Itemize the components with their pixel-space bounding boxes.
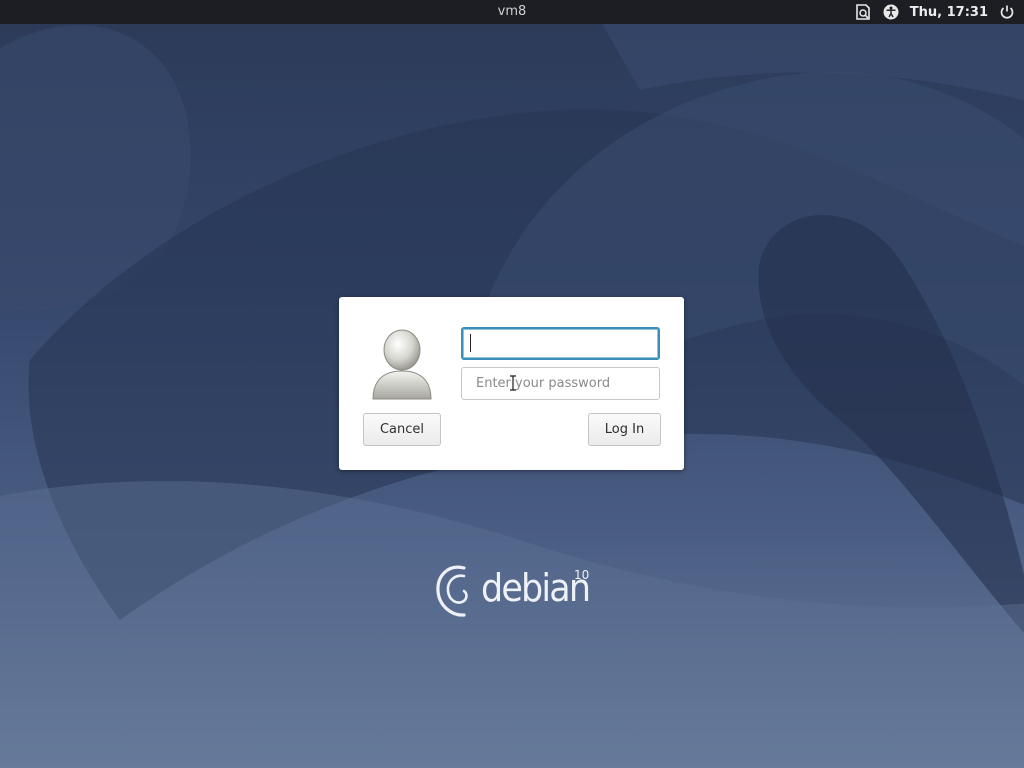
cancel-button[interactable]: Cancel [363,413,441,446]
network-icon[interactable] [854,3,872,21]
password-field[interactable] [461,367,660,400]
clock-label[interactable]: Thu, 17:31 [910,5,988,20]
login-button[interactable]: Log In [588,413,661,446]
username-field[interactable] [461,327,660,360]
login-screen: vm8 Thu, 17:31 Cancel Log In debian 10 [0,0,1024,768]
debian-version-label: 10 [574,568,590,582]
debian-logo: debian 10 [434,558,594,620]
power-icon[interactable] [998,3,1016,21]
text-cursor-icon [510,375,516,391]
debian-swirl-icon [436,565,468,617]
debian-wordmark: debian [481,566,591,610]
accessibility-icon[interactable] [882,3,900,21]
text-caret [470,334,471,352]
top-bar: vm8 Thu, 17:31 [0,0,1024,24]
system-tray[interactable]: Thu, 17:31 [854,2,1016,22]
default-user-avatar-icon [367,327,437,401]
